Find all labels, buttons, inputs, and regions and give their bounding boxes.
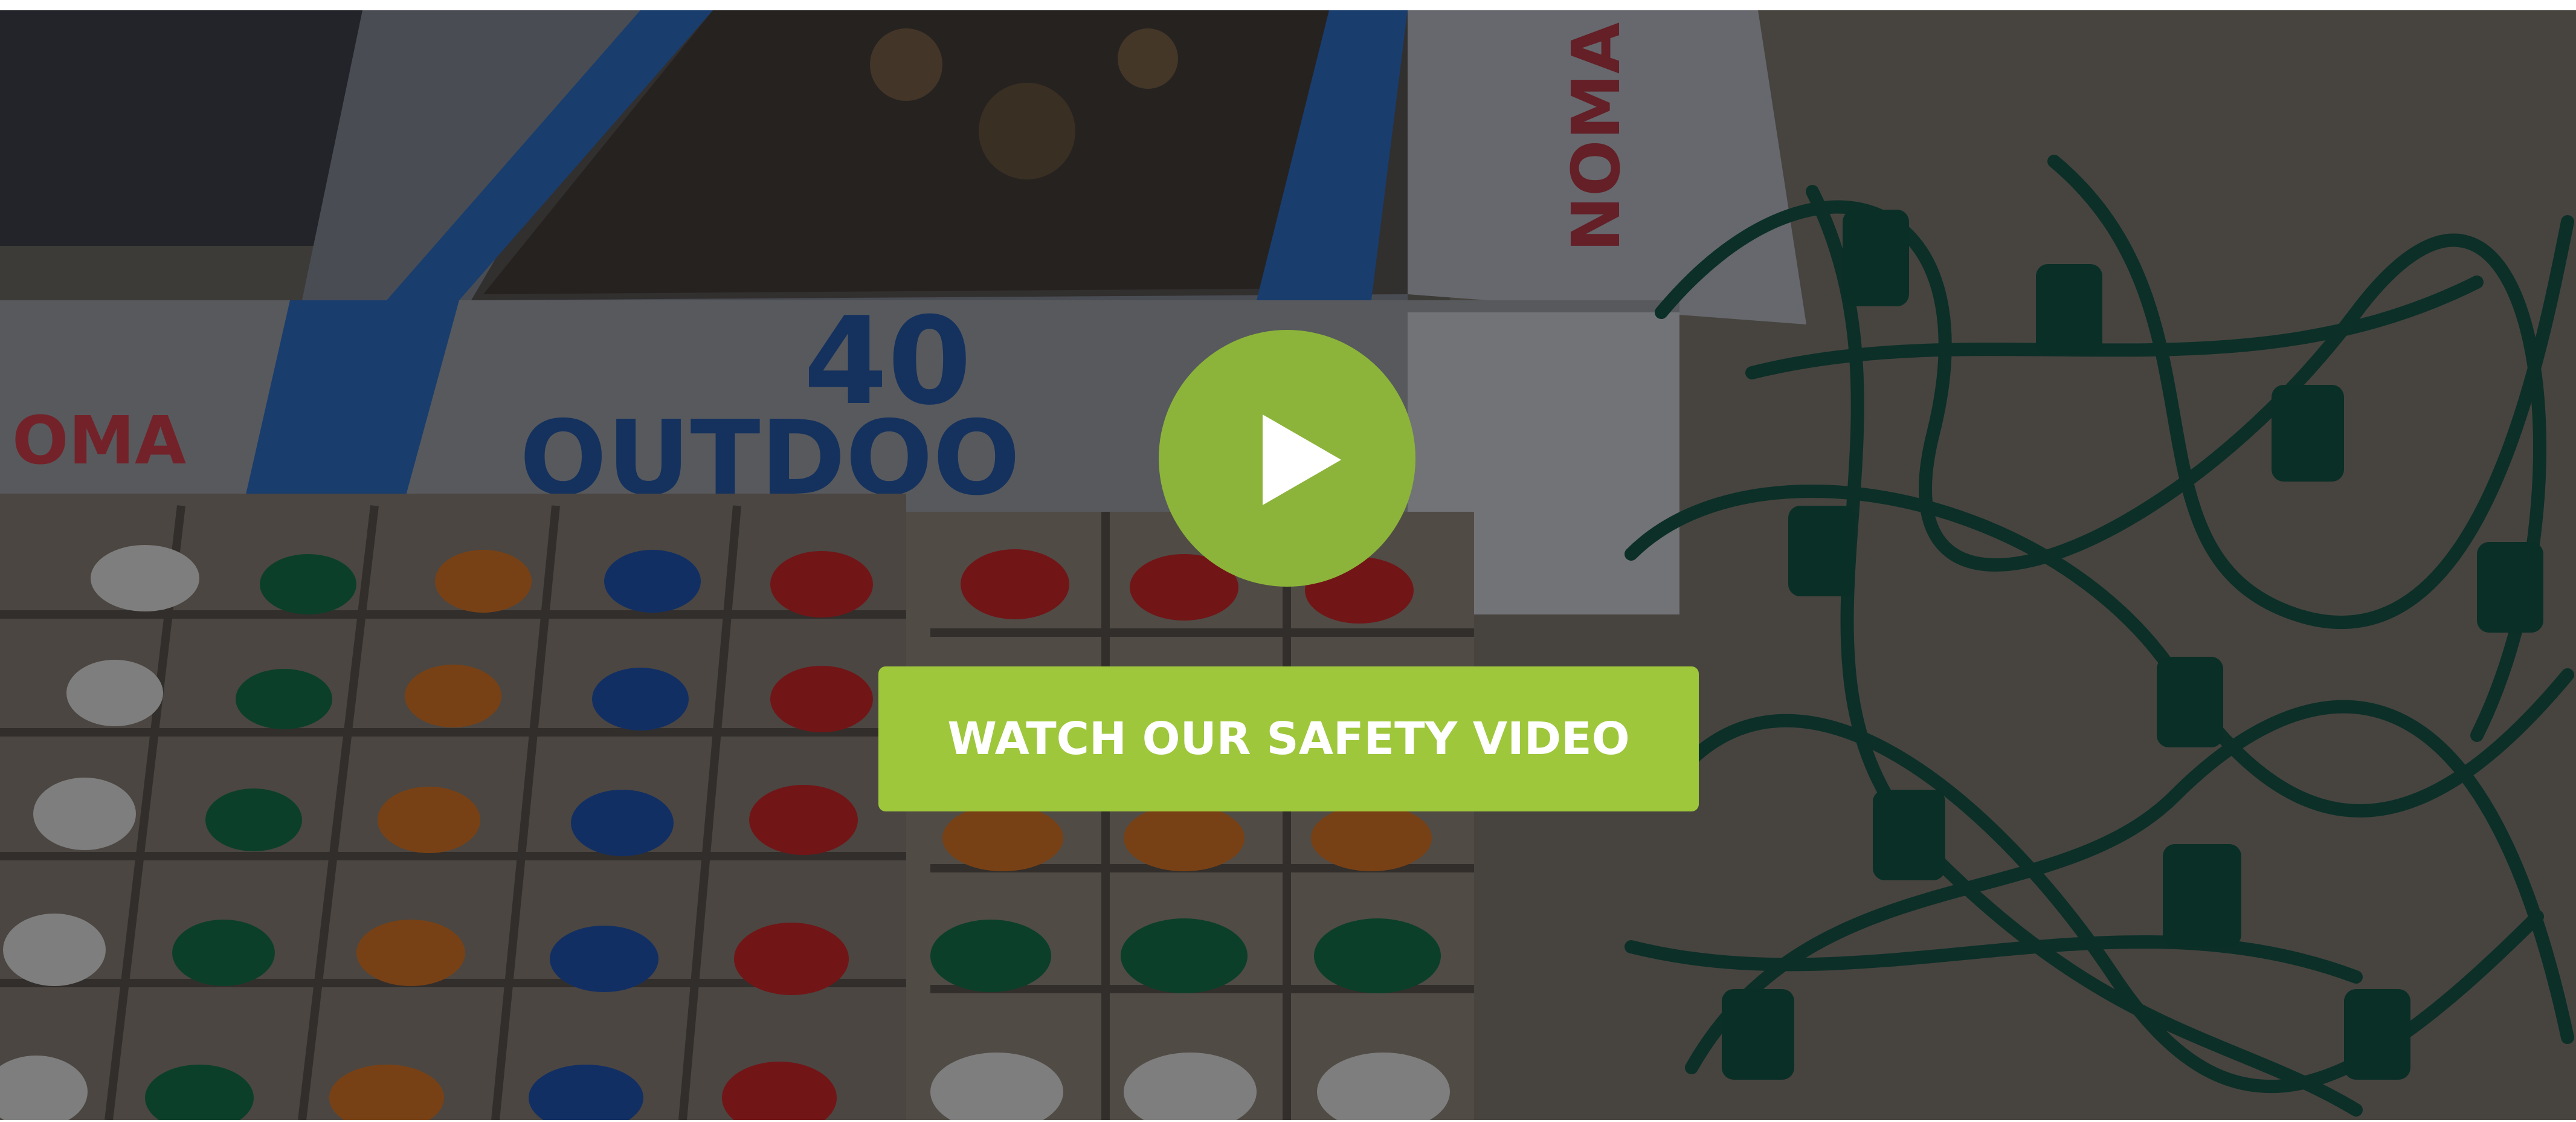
play-icon <box>1263 414 1341 505</box>
watch-safety-video-label: WATCH OUR SAFETY VIDEO <box>947 713 1630 765</box>
hero-video-section: OMA 40 OUTDOO NOMA WATCH OUR SAFETY VIDE… <box>0 10 2576 1120</box>
watch-safety-video-button[interactable]: WATCH OUR SAFETY VIDEO <box>878 666 1699 811</box>
play-video-button[interactable] <box>1159 330 1415 587</box>
